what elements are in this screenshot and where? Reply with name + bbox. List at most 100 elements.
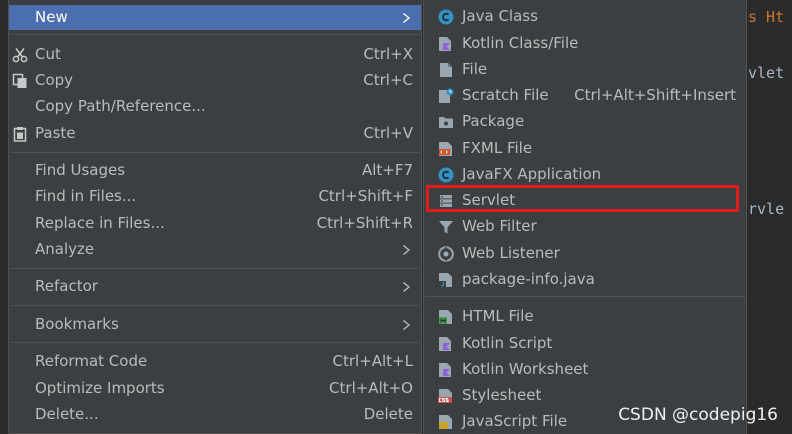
submenu-item-label: package-info.java [462, 270, 595, 288]
submenu-item-label: Java Class [462, 7, 538, 25]
submenu-item-label: Package [462, 112, 525, 130]
html-file-icon [439, 310, 452, 324]
editor-text-fragment: s Ht [748, 8, 785, 26]
chevron-right-icon [403, 13, 410, 23]
menu-item-copy-path[interactable]: Copy Path/Reference... [9, 94, 421, 119]
menu-item-cut[interactable]: Cut Ctrl+X [9, 42, 421, 67]
shortcut-label: Ctrl+C [363, 71, 413, 89]
menu-item-optimize-imports[interactable]: Optimize Imports Ctrl+Alt+O [9, 376, 421, 401]
submenu-item-file[interactable]: File [424, 57, 746, 82]
menu-item-label: Find in Files... [35, 187, 137, 205]
java-class-icon [438, 167, 454, 183]
submenu-item-label: HTML File [462, 307, 534, 325]
editor-text-fragment: rvle [748, 200, 785, 218]
submenu-item-label: FXML File [462, 139, 533, 157]
menu-item-label: Delete... [35, 405, 99, 423]
submenu-item-label: Stylesheet [462, 386, 542, 404]
submenu-item-scratch-file[interactable]: Scratch File Ctrl+Alt+Shift+Insert [424, 83, 746, 108]
menu-item-delete[interactable]: Delete... Delete [9, 402, 421, 427]
file-icon [440, 63, 452, 77]
submenu-item-web-filter[interactable]: Web Filter [424, 214, 746, 239]
menu-item-label: Optimize Imports [35, 379, 165, 397]
menu-item-find-usages[interactable]: Find Usages Alt+F7 [9, 158, 421, 183]
new-submenu: Java Class Kotlin Class/File File Scratc… [423, 0, 747, 434]
menu-item-label: Replace in Files... [35, 214, 165, 232]
servlet-highlight-box [426, 185, 739, 212]
menu-item-replace-in-files[interactable]: Replace in Files... Ctrl+Shift+R [9, 211, 421, 236]
menu-item-label: Copy Path/Reference... [35, 97, 206, 115]
chevron-right-icon [403, 282, 410, 292]
submenu-item-kotlin-class[interactable]: Kotlin Class/File [424, 31, 746, 56]
java-file-icon [439, 273, 452, 287]
submenu-item-javafx-application[interactable]: JavaFX Application [424, 162, 746, 187]
shortcut-label: Ctrl+V [363, 124, 413, 142]
shortcut-label: Ctrl+Alt+Shift+Insert [574, 86, 736, 104]
scratch-file-icon [439, 88, 454, 103]
menu-item-label: Copy [35, 71, 74, 89]
shortcut-label: Ctrl+Alt+O [329, 379, 413, 397]
menu-separator [10, 342, 420, 343]
submenu-item-kotlin-worksheet[interactable]: Kotlin Worksheet [424, 357, 746, 382]
shortcut-label: Ctrl+Shift+R [316, 214, 413, 232]
menu-item-copy[interactable]: Copy Ctrl+C [9, 68, 421, 93]
clipboard-icon [13, 127, 27, 142]
editor-text-fragment: vlet [748, 64, 785, 82]
menu-item-bookmarks[interactable]: Bookmarks [9, 312, 421, 337]
shortcut-label: Delete [363, 405, 413, 423]
menu-item-label: New [35, 8, 68, 26]
watermark-text: CSDN @codepig16 [618, 405, 778, 425]
menu-item-paste[interactable]: Paste Ctrl+V [9, 121, 421, 146]
css-file-icon [438, 389, 452, 403]
fxml-file-icon [439, 142, 452, 156]
chevron-right-icon [403, 320, 410, 330]
menu-separator [10, 34, 420, 35]
menu-separator [425, 296, 745, 297]
menu-item-label: Reformat Code [35, 352, 148, 370]
shortcut-label: Alt+F7 [361, 161, 413, 179]
submenu-item-label: Kotlin Class/File [462, 34, 579, 52]
menu-item-find-in-files[interactable]: Find in Files... Ctrl+Shift+F [9, 184, 421, 209]
java-class-icon [438, 9, 454, 25]
submenu-item-label: Web Listener [462, 244, 560, 262]
shortcut-label: Ctrl+X [363, 45, 413, 63]
kotlin-file-icon [439, 363, 451, 377]
menu-item-label: Find Usages [35, 161, 126, 179]
menu-item-label: Bookmarks [35, 315, 119, 333]
submenu-item-label: File [462, 60, 488, 78]
menu-item-new[interactable]: New [9, 5, 421, 30]
context-menu: New Cut Ctrl+X Copy Ctrl+C Copy Path/Ref… [8, 0, 422, 434]
menu-separator [10, 268, 420, 269]
menu-item-label: Paste [35, 124, 76, 142]
submenu-item-web-listener[interactable]: Web Listener [424, 241, 746, 266]
kotlin-file-icon [439, 337, 451, 351]
menu-item-analyze[interactable]: Analyze [9, 237, 421, 262]
shortcut-label: Ctrl+Alt+L [332, 352, 414, 370]
submenu-item-fxml-file[interactable]: FXML File [424, 136, 746, 161]
submenu-item-html-file[interactable]: HTML File [424, 304, 746, 329]
copy-icon [12, 73, 27, 88]
web-listener-icon [438, 246, 454, 262]
submenu-item-package[interactable]: Package [424, 109, 746, 134]
menu-item-reformat-code[interactable]: Reformat Code Ctrl+Alt+L [9, 349, 421, 374]
package-folder-icon [439, 117, 453, 128]
menu-item-label: Analyze [35, 240, 95, 258]
kotlin-file-icon [439, 37, 451, 51]
submenu-item-label: JavaScript File [462, 412, 568, 430]
submenu-item-label: Scratch File [462, 86, 549, 104]
submenu-item-label: JavaFX Application [462, 165, 602, 183]
submenu-item-label: Kotlin Script [462, 334, 553, 352]
submenu-item-label: Web Filter [462, 217, 537, 235]
menu-item-refactor[interactable]: Refactor [9, 274, 421, 299]
submenu-item-label: Kotlin Worksheet [462, 360, 589, 378]
menu-item-label: Cut [35, 45, 61, 63]
chevron-right-icon [403, 245, 410, 255]
submenu-item-kotlin-script[interactable]: Kotlin Script [424, 331, 746, 356]
submenu-item-package-info[interactable]: package-info.java [424, 267, 746, 292]
filter-icon [439, 221, 453, 234]
scissors-icon [12, 48, 28, 63]
submenu-item-java-class[interactable]: Java Class [424, 4, 746, 29]
shortcut-label: Ctrl+Shift+F [318, 187, 413, 205]
menu-separator [10, 152, 420, 153]
menu-separator [10, 305, 420, 306]
javascript-file-icon [439, 415, 452, 429]
